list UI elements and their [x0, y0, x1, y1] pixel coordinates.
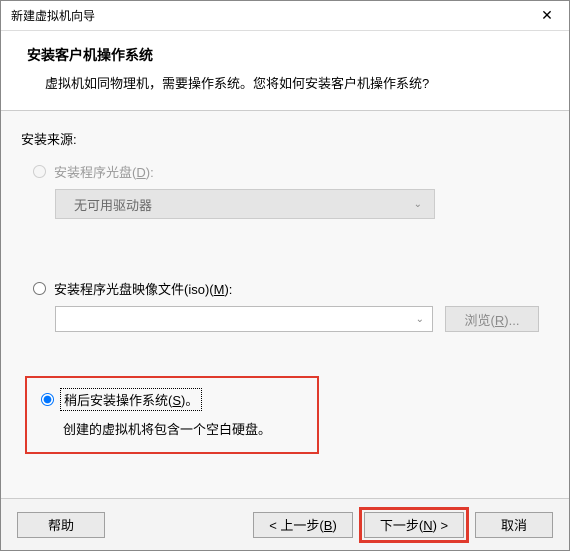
- browse-button: 浏览(R)...: [445, 306, 539, 332]
- page-title: 安装客户机操作系统: [27, 45, 549, 65]
- close-icon: ✕: [541, 7, 553, 24]
- option-installer-disc-label: 安装程序光盘(D):: [54, 162, 154, 181]
- next-button-label: 下一步(N) >: [380, 515, 448, 534]
- window-title: 新建虚拟机向导: [11, 7, 525, 24]
- radio-iso-file[interactable]: [33, 282, 46, 295]
- wizard-footer: 帮助 < 上一步(B) 下一步(N) > 取消: [1, 498, 569, 550]
- drive-select: 无可用驱动器 ⌄: [55, 189, 435, 219]
- back-button-label: < 上一步(B): [269, 515, 337, 534]
- radio-install-later[interactable]: [41, 393, 54, 406]
- install-later-hint: 创建的虚拟机将包含一个空白硬盘。: [63, 419, 307, 438]
- wizard-content: 安装来源: 安装程序光盘(D): 无可用驱动器 ⌄ 安装程序光盘映像文件(iso…: [1, 111, 569, 498]
- browse-button-label: 浏览(R)...: [465, 310, 520, 329]
- highlight-next-button: 下一步(N) >: [359, 507, 469, 543]
- option-install-later[interactable]: 稍后安装操作系统(S)。: [41, 390, 307, 409]
- close-button[interactable]: ✕: [525, 1, 569, 30]
- chevron-down-icon: ⌄: [416, 314, 424, 325]
- page-subtitle: 虚拟机如同物理机，需要操作系统。您将如何安装客户机操作系统?: [27, 73, 549, 92]
- help-button-label: 帮助: [48, 515, 74, 534]
- titlebar: 新建虚拟机向导 ✕: [1, 1, 569, 31]
- highlight-later-option: 稍后安装操作系统(S)。 创建的虚拟机将包含一个空白硬盘。: [25, 376, 319, 454]
- cancel-button-label: 取消: [501, 515, 527, 534]
- help-button[interactable]: 帮助: [17, 512, 105, 538]
- iso-path-input[interactable]: ⌄: [55, 306, 433, 332]
- cancel-button[interactable]: 取消: [475, 512, 553, 538]
- radio-installer-disc: [33, 165, 46, 178]
- option-installer-disc[interactable]: 安装程序光盘(D):: [33, 162, 549, 181]
- next-button[interactable]: 下一步(N) >: [364, 512, 464, 538]
- wizard-header: 安装客户机操作系统 虚拟机如同物理机，需要操作系统。您将如何安装客户机操作系统?: [1, 31, 569, 111]
- option-iso-file-label: 安装程序光盘映像文件(iso)(M):: [54, 279, 232, 298]
- chevron-down-icon: ⌄: [414, 199, 422, 210]
- option-install-later-label: 稍后安装操作系统(S)。: [62, 390, 200, 409]
- option-iso-file[interactable]: 安装程序光盘映像文件(iso)(M):: [33, 279, 549, 298]
- drive-select-value: 无可用驱动器: [74, 195, 152, 214]
- install-source-label: 安装来源:: [21, 129, 549, 148]
- back-button[interactable]: < 上一步(B): [253, 512, 353, 538]
